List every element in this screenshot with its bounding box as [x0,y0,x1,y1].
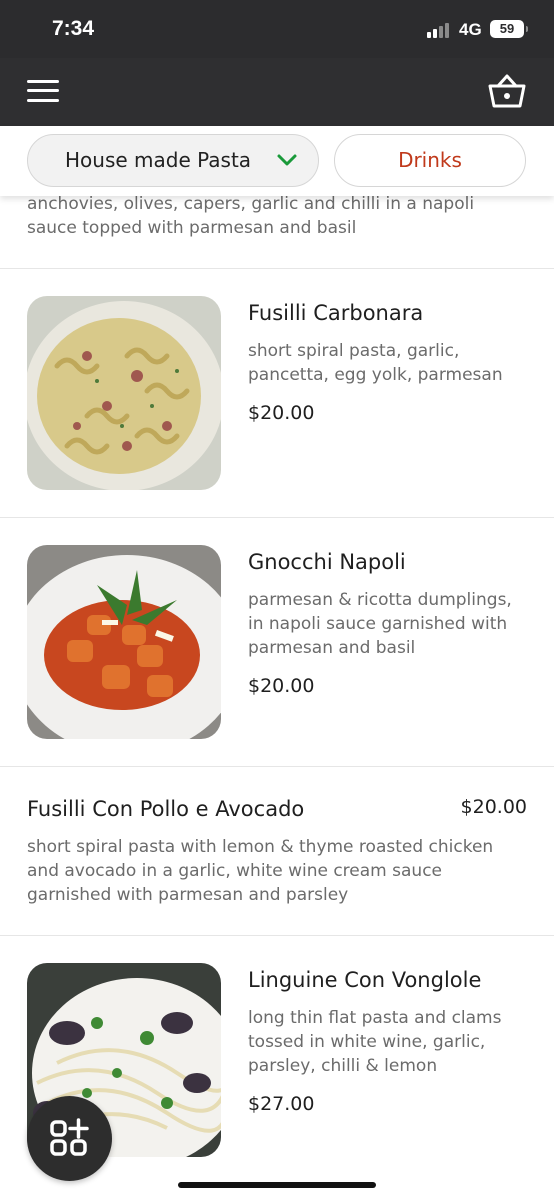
battery-icon: 59 [490,20,528,38]
category-tab-label: Drinks [398,148,462,172]
item-price: $20.00 [248,402,315,424]
item-name: Fusilli Carbonara [248,301,424,325]
basket-icon[interactable] [487,73,527,109]
list-item[interactable]: anchovies, olives, capers, garlic and ch… [0,194,554,268]
menu-list: anchovies, olives, capers, garlic and ch… [0,194,554,1196]
signal-icon [427,22,453,38]
status-bar: 7:34 4G 59 [0,0,554,58]
item-price: $20.00 [460,796,527,818]
item-name: Fusilli Con Pollo e Avocado [27,797,305,821]
item-description: long thin flat pasta and clams tossed in… [248,1008,502,1076]
network-type: 4G [459,20,482,39]
item-image [27,545,221,739]
item-price: $27.00 [248,1093,315,1115]
item-name: Linguine Con Vonglole [248,968,482,992]
menu-item[interactable]: Gnocchi Napoli parmesan & ricotta dumpli… [0,518,554,767]
hamburger-menu-icon[interactable] [27,78,59,104]
home-indicator [178,1182,376,1188]
item-description: parmesan & ricotta dumplings, in napoli … [248,590,512,658]
item-description: short spiral pasta, garlic, pancetta, eg… [248,341,503,385]
category-tab-drinks[interactable]: Drinks [334,134,526,187]
top-nav-bar [0,58,554,126]
category-bar: House made Pasta Drinks [0,126,554,196]
add-apps-icon [50,1118,89,1156]
item-price: $20.00 [248,675,315,697]
menu-item[interactable]: Fusilli Carbonara short spiral pasta, ga… [0,269,554,518]
chevron-down-icon [277,154,297,166]
item-description: short spiral pasta with lemon & thyme ro… [27,837,494,905]
status-time: 7:34 [52,17,95,40]
item-description: anchovies, olives, capers, garlic and ch… [27,194,475,238]
battery-level: 59 [499,21,515,36]
category-label: House made Pasta [65,148,252,172]
item-name: Gnocchi Napoli [248,550,406,574]
category-dropdown[interactable]: House made Pasta [27,134,319,187]
add-apps-button[interactable] [27,1096,112,1181]
menu-item[interactable]: Fusilli Con Pollo e Avocado $20.00 short… [0,767,554,936]
item-image [27,296,221,490]
